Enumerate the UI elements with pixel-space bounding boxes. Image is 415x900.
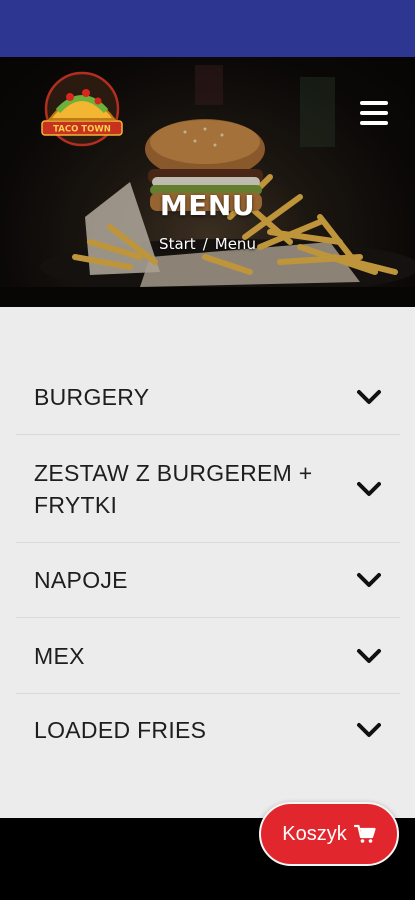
menu-bar	[360, 101, 388, 105]
category-item-zestaw[interactable]: ZESTAW Z BURGEREM + FRYTKI	[16, 435, 400, 543]
breadcrumb-home-link[interactable]: Start	[159, 235, 196, 253]
category-item-loaded-fries[interactable]: LOADED FRIES	[16, 694, 400, 766]
category-accordion: BURGERY ZESTAW Z BURGEREM + FRYTKI NAPOJ…	[16, 359, 400, 766]
category-label: BURGERY	[34, 383, 150, 410]
cart-label: Koszyk	[282, 822, 347, 845]
breadcrumb: Start / Menu	[0, 235, 415, 253]
menu-content: BURGERY ZESTAW Z BURGEREM + FRYTKI NAPOJ…	[0, 307, 415, 818]
chevron-down-icon	[357, 723, 381, 737]
menu-bar	[360, 111, 388, 115]
breadcrumb-current: Menu	[214, 235, 256, 253]
category-item-mex[interactable]: MEX	[16, 618, 400, 694]
chevron-down-icon	[357, 648, 381, 663]
status-bar	[0, 0, 415, 57]
category-label: LOADED FRIES	[34, 717, 207, 743]
category-label: MEX	[34, 642, 85, 669]
shopping-cart-icon	[353, 824, 376, 843]
category-label: NAPOJE	[34, 567, 128, 593]
category-item-burgery[interactable]: BURGERY	[16, 359, 400, 435]
chevron-down-icon	[357, 389, 381, 404]
logo-text: TACO TOWN	[53, 125, 111, 135]
hamburger-menu-icon[interactable]	[360, 101, 392, 129]
menu-bar	[360, 121, 388, 125]
page-title: MENU	[159, 189, 256, 222]
breadcrumb-separator: /	[202, 235, 208, 253]
category-item-napoje[interactable]: NAPOJE	[16, 543, 400, 618]
cart-button[interactable]: Koszyk	[259, 802, 399, 866]
category-label: ZESTAW Z BURGEREM + FRYTKI	[34, 459, 313, 518]
hero-banner: TACO TOWN MENU Start / Menu	[0, 57, 415, 307]
taco-logo-icon[interactable]: TACO TOWN	[36, 71, 128, 151]
chevron-down-icon	[357, 481, 381, 496]
chevron-down-icon	[357, 573, 381, 587]
